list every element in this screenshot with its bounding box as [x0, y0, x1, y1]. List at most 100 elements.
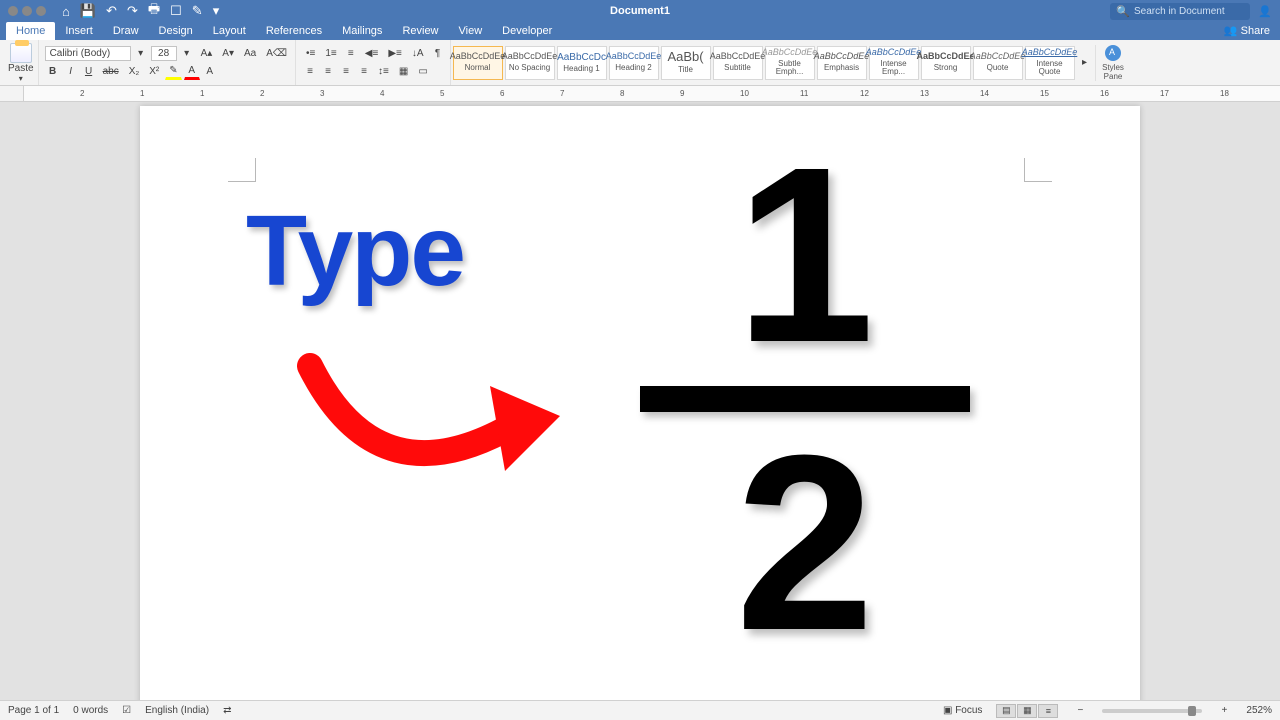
word-count[interactable]: 0 words [73, 705, 108, 716]
bullets-button[interactable]: •≡ [302, 46, 319, 62]
ruler-tick: 12 [860, 89, 869, 98]
tab-layout[interactable]: Layout [203, 22, 256, 40]
style-heading-2[interactable]: AaBbCcDdEeHeading 2 [609, 46, 659, 80]
tab-draw[interactable]: Draw [103, 22, 149, 40]
ruler-tick: 6 [500, 89, 504, 98]
print-icon[interactable]: 🖶 [148, 0, 160, 22]
web-layout-view-button[interactable]: ▦ [1017, 704, 1037, 718]
style-quote[interactable]: AaBbCcDdEeQuote [973, 46, 1023, 80]
sort-button[interactable]: ↓A [408, 46, 428, 62]
zoom-out-button[interactable]: − [1072, 703, 1088, 719]
select-icon[interactable]: ✎ [192, 3, 203, 19]
decrease-indent-button[interactable]: ◀≡ [361, 46, 383, 62]
justify-button[interactable]: ≡ [356, 64, 372, 80]
maximize-window-button[interactable] [36, 6, 46, 16]
save-icon[interactable]: 💾 [80, 3, 96, 19]
font-size-dropdown-icon[interactable]: ▾ [179, 46, 195, 62]
bold-button[interactable]: B [45, 64, 61, 80]
tab-developer[interactable]: Developer [492, 22, 562, 40]
text-effects-button[interactable]: A [202, 64, 218, 80]
redo-icon[interactable]: ↷ [127, 3, 138, 19]
line-spacing-button[interactable]: ↕≡ [374, 64, 393, 80]
zoom-handle[interactable] [1188, 706, 1196, 716]
close-window-button[interactable] [8, 6, 18, 16]
change-case-button[interactable]: Aa [240, 46, 260, 62]
spellcheck-icon[interactable]: ☑ [122, 705, 131, 716]
ruler-tick: 10 [740, 89, 749, 98]
style-title[interactable]: AaBb(Title [661, 46, 711, 80]
style-no-spacing[interactable]: AaBbCcDdEeNo Spacing [505, 46, 555, 80]
margin-marker-tr [1024, 158, 1052, 182]
highlight-color-button[interactable]: ✎ [165, 64, 181, 80]
tab-review[interactable]: Review [392, 22, 448, 40]
underline-button[interactable]: U [81, 64, 97, 80]
tab-design[interactable]: Design [149, 22, 203, 40]
style-strong[interactable]: AaBbCcDdEeStrong [921, 46, 971, 80]
fraction-numerator: 1 [640, 136, 970, 374]
font-size-input[interactable]: 28 [151, 46, 177, 61]
document-area[interactable]: Type 1 2 [0, 102, 1280, 700]
tab-insert[interactable]: Insert [55, 22, 103, 40]
search-input[interactable] [1134, 6, 1244, 17]
ruler-tick: 2 [260, 89, 264, 98]
print-layout-view-button[interactable]: ▤ [996, 704, 1016, 718]
styles-pane-button[interactable]: Styles Pane [1095, 45, 1131, 81]
show-marks-button[interactable]: ¶ [430, 46, 446, 62]
italic-button[interactable]: I [63, 64, 79, 80]
align-center-button[interactable]: ≡ [320, 64, 336, 80]
account-icon[interactable]: 👤 [1258, 5, 1272, 18]
customize-icon[interactable]: ▾ [213, 3, 220, 19]
style-emphasis[interactable]: AaBbCcDdEeEmphasis [817, 46, 867, 80]
styles-gallery[interactable]: AaBbCcDdEeNormalAaBbCcDdEeNo SpacingAaBb… [453, 46, 1075, 80]
zoom-slider[interactable] [1102, 709, 1202, 713]
style-intense-quote[interactable]: AaBbCcDdEeIntense Quote [1025, 46, 1075, 80]
tab-mailings[interactable]: Mailings [332, 22, 392, 40]
decrease-font-button[interactable]: A▾ [218, 46, 238, 62]
style-heading-1[interactable]: AaBbCcDcHeading 1 [557, 46, 607, 80]
ruler-tick: 16 [1100, 89, 1109, 98]
share-button[interactable]: 👥 Share [1214, 21, 1280, 40]
tab-references[interactable]: References [256, 22, 332, 40]
increase-indent-button[interactable]: ▶≡ [384, 46, 406, 62]
ruler-tick: 3 [320, 89, 324, 98]
tab-view[interactable]: View [449, 22, 493, 40]
horizontal-ruler[interactable]: 21123456789101112131415161718 [24, 86, 1280, 101]
font-color-button[interactable]: A [184, 64, 200, 80]
shading-button[interactable]: ▦ [395, 64, 412, 80]
focus-mode-button[interactable]: ▣ Focus [943, 705, 982, 716]
zoom-level[interactable]: 252% [1246, 705, 1272, 716]
align-right-button[interactable]: ≡ [338, 64, 354, 80]
language-status[interactable]: English (India) [145, 705, 209, 716]
paste-label: Paste [8, 63, 34, 74]
page[interactable]: Type 1 2 [140, 106, 1140, 700]
arrow-annotation [290, 346, 590, 516]
style-subtle-emph-[interactable]: AaBbCcDdEeSubtle Emph... [765, 46, 815, 80]
style-subtitle[interactable]: AaBbCcDdEeSubtitle [713, 46, 763, 80]
touch-mode-icon[interactable]: ☐ [170, 3, 182, 19]
undo-icon[interactable]: ↶ [106, 3, 117, 19]
strikethrough-button[interactable]: abc [99, 64, 123, 80]
page-status[interactable]: Page 1 of 1 [8, 705, 59, 716]
borders-button[interactable]: ▭ [414, 64, 431, 80]
zoom-in-button[interactable]: + [1216, 703, 1232, 719]
font-name-dropdown-icon[interactable]: ▾ [133, 46, 149, 62]
align-left-button[interactable]: ≡ [302, 64, 318, 80]
styles-more-button[interactable]: ▸ [1077, 46, 1093, 80]
superscript-button[interactable]: X² [145, 64, 163, 80]
multilevel-list-button[interactable]: ≡ [343, 46, 359, 62]
style-intense-emp-[interactable]: AaBbCcDdEeIntense Emp... [869, 46, 919, 80]
outline-view-button[interactable]: ≡ [1038, 704, 1058, 718]
home-icon[interactable]: ⌂ [62, 4, 70, 19]
clear-formatting-button[interactable]: A⌫ [262, 46, 291, 62]
track-changes-icon[interactable]: ⇄ [223, 705, 231, 716]
font-name-select[interactable]: Calibri (Body) [45, 46, 131, 61]
tab-home[interactable]: Home [6, 22, 55, 40]
minimize-window-button[interactable] [22, 6, 32, 16]
style-normal[interactable]: AaBbCcDdEeNormal [453, 46, 503, 80]
search-box[interactable]: 🔍 [1110, 3, 1250, 20]
numbering-button[interactable]: 1≡ [321, 46, 340, 62]
paste-group[interactable]: Paste ▾ [4, 40, 39, 85]
subscript-button[interactable]: X₂ [125, 64, 144, 80]
paste-dropdown-icon[interactable]: ▾ [19, 74, 23, 83]
increase-font-button[interactable]: A▴ [197, 46, 217, 62]
